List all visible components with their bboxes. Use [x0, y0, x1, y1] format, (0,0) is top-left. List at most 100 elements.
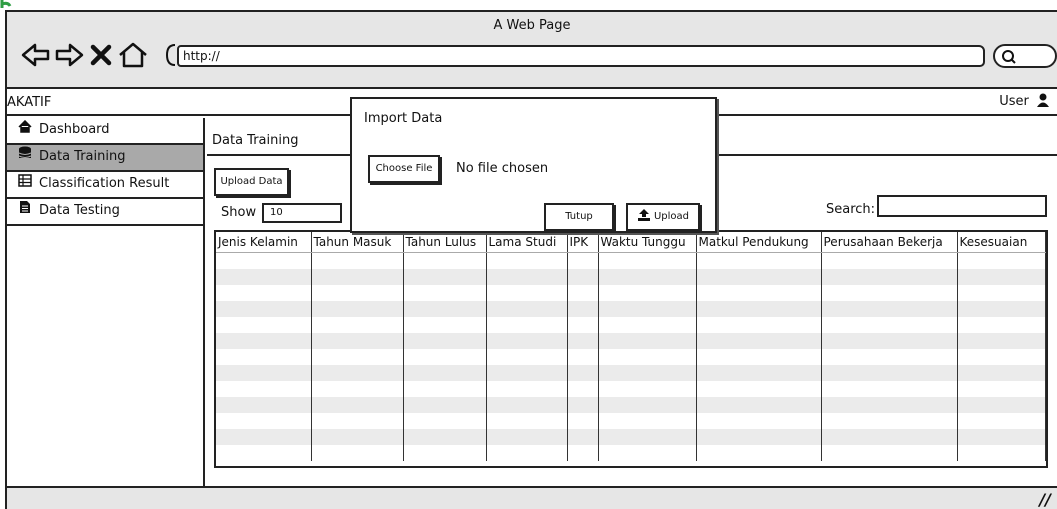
column-header[interactable]: Matkul Pendukung — [696, 232, 822, 253]
table-cell — [821, 397, 958, 413]
sidebar-item-label: Classification Result — [39, 176, 170, 191]
column-header[interactable]: Tahun Lulus — [403, 232, 487, 253]
table-cell — [403, 317, 487, 333]
browser-status-bar: // — [7, 486, 1057, 509]
table-cell — [821, 333, 958, 349]
search-input[interactable] — [877, 195, 1047, 217]
table-row[interactable] — [216, 365, 1046, 381]
table-cell — [311, 269, 404, 285]
table-cell — [216, 397, 312, 413]
table-cell — [403, 365, 487, 381]
column-header[interactable]: Jenis Kelamin — [216, 232, 312, 253]
table-cell — [696, 365, 822, 381]
table-cell — [567, 269, 599, 285]
table-cell — [486, 397, 568, 413]
table-cell — [216, 365, 312, 381]
search-label: Search: — [826, 202, 876, 217]
table-cell — [821, 413, 958, 429]
table-row[interactable] — [216, 269, 1046, 285]
table-row[interactable] — [216, 285, 1046, 301]
table-cell — [598, 445, 697, 461]
table-cell — [486, 445, 568, 461]
table-cell — [403, 252, 487, 269]
table-row[interactable] — [216, 413, 1046, 429]
table-cell — [311, 365, 404, 381]
upload-button[interactable]: Upload — [626, 203, 700, 231]
user-menu[interactable]: User — [999, 93, 1049, 109]
resize-handle-icon[interactable]: // — [1039, 490, 1051, 509]
sidebar-item-classification-result[interactable]: Classification Result — [7, 172, 203, 199]
table-cell — [957, 333, 1046, 349]
table-row[interactable] — [216, 252, 1046, 269]
sidebar-item-data-training[interactable]: Data Training — [7, 145, 203, 172]
back-arrow-icon[interactable] — [21, 42, 51, 68]
table-cell — [598, 413, 697, 429]
upload-data-button[interactable]: Upload Data — [214, 168, 289, 196]
table-cell — [311, 301, 404, 317]
table-cell — [598, 301, 697, 317]
table-cell — [311, 429, 404, 445]
table-row[interactable] — [216, 317, 1046, 333]
sidebar-item-dashboard[interactable]: Dashboard — [7, 118, 203, 145]
user-icon — [1037, 93, 1049, 107]
column-header[interactable]: Kesesuaian — [957, 232, 1046, 253]
user-label: User — [999, 94, 1029, 109]
table-row[interactable] — [216, 429, 1046, 445]
close-modal-button[interactable]: Tutup — [544, 203, 614, 231]
sidebar-item-label: Data Training — [39, 149, 126, 164]
app-title: AKATIF — [7, 95, 52, 110]
table-cell — [598, 397, 697, 413]
table-cell — [216, 301, 312, 317]
sidebar-item-data-testing[interactable]: Data Testing — [7, 199, 203, 226]
table-cell — [821, 317, 958, 333]
table-cell — [598, 381, 697, 397]
column-header[interactable]: Lama Studi — [486, 232, 568, 253]
column-header[interactable]: Perusahaan Bekerja — [821, 232, 958, 253]
file-status-text: No file chosen — [456, 161, 549, 176]
table-cell — [486, 349, 568, 365]
table-cell — [696, 445, 822, 461]
table-row[interactable] — [216, 333, 1046, 349]
table-row[interactable] — [216, 397, 1046, 413]
entries-per-page-select[interactable]: 10 — [262, 203, 342, 223]
table-cell — [486, 269, 568, 285]
table-row[interactable] — [216, 445, 1046, 461]
table-cell — [216, 429, 312, 445]
table-cell — [957, 413, 1046, 429]
home-icon[interactable] — [117, 41, 149, 69]
table-cell — [216, 285, 312, 301]
table-cell — [311, 285, 404, 301]
table-cell — [821, 429, 958, 445]
table-cell — [821, 349, 958, 365]
table-cell — [567, 349, 599, 365]
column-header[interactable]: Tahun Masuk — [311, 232, 404, 253]
table-cell — [486, 252, 568, 269]
show-label: Show — [221, 205, 257, 220]
column-header[interactable]: Waktu Tunggu — [598, 232, 697, 253]
modal-title: Import Data — [364, 111, 443, 126]
table-cell — [567, 365, 599, 381]
page-title: Data Training — [212, 133, 299, 148]
table-cell — [957, 365, 1046, 381]
close-x-icon[interactable] — [89, 43, 113, 67]
url-input[interactable]: http:// — [177, 45, 985, 67]
table-cell — [696, 285, 822, 301]
table-cell — [216, 252, 312, 269]
table-cell — [216, 317, 312, 333]
table-cell — [403, 301, 487, 317]
table-cell — [957, 349, 1046, 365]
choose-file-button[interactable]: Choose File — [368, 155, 440, 183]
table-row[interactable] — [216, 349, 1046, 365]
upload-icon — [637, 209, 650, 221]
table-cell — [821, 285, 958, 301]
browser-search-button[interactable] — [993, 44, 1057, 68]
table-cell — [696, 301, 822, 317]
table-cell — [598, 252, 697, 269]
table-row[interactable] — [216, 301, 1046, 317]
sidebar-item-label: Dashboard — [39, 122, 110, 137]
data-table: Jenis Kelamin Tahun Masuk Tahun Lulus La… — [214, 230, 1048, 468]
forward-arrow-icon[interactable] — [54, 42, 84, 68]
table-cell — [567, 301, 599, 317]
table-row[interactable] — [216, 381, 1046, 397]
column-header[interactable]: IPK — [567, 232, 599, 253]
